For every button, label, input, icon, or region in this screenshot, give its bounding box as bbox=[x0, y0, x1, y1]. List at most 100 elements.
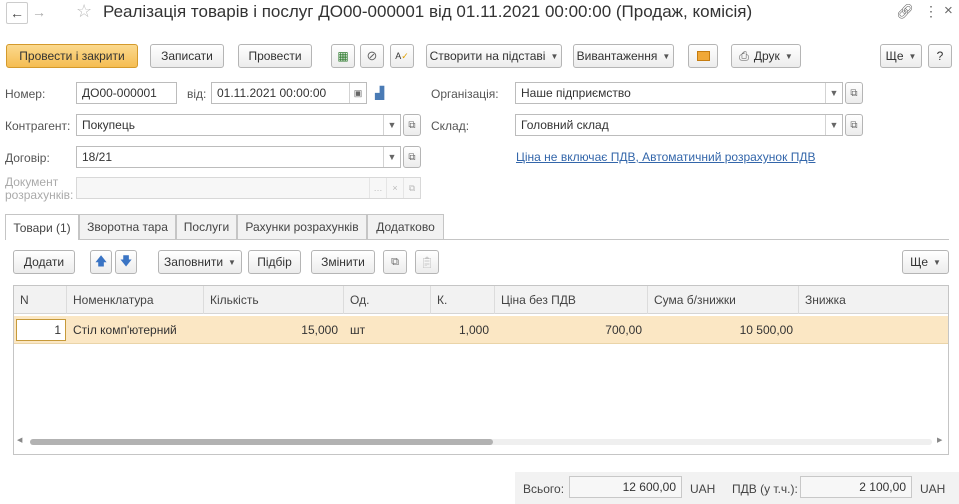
date-label: від: bbox=[187, 87, 207, 101]
history-icon[interactable]: ▟ bbox=[375, 86, 384, 100]
chevron-down-icon[interactable]: ▼ bbox=[825, 115, 842, 135]
tab-returnable-packaging-label: Зворотна тара bbox=[87, 220, 168, 234]
close-icon[interactable]: × bbox=[944, 2, 953, 19]
settlement-doc-field: … × ⧉ bbox=[76, 177, 421, 199]
vat-label: ПДВ (у т.ч.): bbox=[732, 482, 798, 496]
back-arrow-icon[interactable]: ← bbox=[6, 2, 28, 24]
column-header-unit[interactable]: Од. bbox=[344, 286, 431, 314]
counterparty-field[interactable]: Покупець ▼ bbox=[76, 114, 401, 136]
clear-icon: × bbox=[386, 178, 403, 198]
add-row-label: Додати bbox=[23, 255, 65, 269]
upload-button[interactable]: Вивантаження ▼ bbox=[573, 44, 674, 68]
calendar-icon[interactable]: ▣ bbox=[349, 83, 366, 103]
row-number-cell[interactable]: 1 bbox=[16, 319, 66, 341]
paste-icon: 📋︎ bbox=[415, 250, 439, 274]
ellipsis-icon: … bbox=[369, 178, 386, 198]
number-field[interactable]: ДО00-000001 bbox=[76, 82, 177, 104]
organization-value: Наше підприємство bbox=[521, 86, 631, 100]
copy-icon[interactable]: ⧉ bbox=[383, 250, 407, 274]
total-amount-value: 12 600,00 bbox=[622, 480, 676, 494]
add-row-button[interactable]: Додати bbox=[13, 250, 75, 274]
warehouse-value: Головний склад bbox=[521, 118, 609, 132]
cell-quantity[interactable]: 15,000 bbox=[204, 318, 344, 342]
post-button[interactable]: Провести bbox=[238, 44, 312, 68]
scroll-right-icon[interactable]: ▶ bbox=[937, 436, 942, 444]
settlement-doc-label-line1: Документ bbox=[5, 175, 59, 189]
more-button[interactable]: Ще ▼ bbox=[880, 44, 922, 68]
total-label: Всього: bbox=[523, 482, 565, 496]
vat-amount-value: 2 100,00 bbox=[859, 480, 906, 494]
settlement-doc-label: Документ розрахунків: bbox=[5, 176, 73, 202]
more-vertical-icon[interactable]: ⋮ bbox=[924, 3, 938, 20]
printer-icon: ⎙ bbox=[739, 48, 749, 63]
favorite-star-icon[interactable]: ☆ bbox=[76, 1, 92, 22]
save-button[interactable]: Записати bbox=[150, 44, 224, 68]
fill-button[interactable]: Заповнити ▼ bbox=[158, 250, 242, 274]
help-button[interactable]: ? bbox=[928, 44, 952, 68]
open-icon[interactable]: ⧉ bbox=[845, 82, 863, 104]
open-icon: ⧉ bbox=[403, 178, 420, 198]
settlement-doc-label-line2: розрахунків: bbox=[5, 188, 74, 202]
date-field[interactable]: 01.11.2021 00:00:00 ▣ bbox=[211, 82, 367, 104]
spell-check-icon[interactable]: A ✓ bbox=[390, 44, 414, 68]
print-button[interactable]: ⎙ Друк ▼ bbox=[731, 44, 801, 68]
chevron-down-icon[interactable]: ▼ bbox=[383, 115, 400, 135]
change-button[interactable]: Змінити bbox=[311, 250, 375, 274]
total-amount-field: 12 600,00 bbox=[569, 476, 682, 498]
tab-goods[interactable]: Товари (1) bbox=[5, 214, 79, 240]
post-and-close-button[interactable]: Провести і закрити bbox=[6, 44, 138, 68]
warehouse-field[interactable]: Головний склад ▼ bbox=[515, 114, 843, 136]
column-header-price[interactable]: Ціна без ПДВ bbox=[495, 286, 648, 314]
structure-icon[interactable]: ▦ bbox=[331, 44, 355, 68]
print-label: Друк bbox=[753, 49, 780, 63]
contract-field[interactable]: 18/21 ▼ bbox=[76, 146, 401, 168]
number-value: ДО00-000001 bbox=[82, 86, 157, 100]
tab-additional[interactable]: Додатково bbox=[367, 214, 444, 239]
tab-goods-label: Товари (1) bbox=[13, 220, 71, 235]
table-more-button[interactable]: Ще ▼ bbox=[902, 250, 949, 274]
create-based-on-button[interactable]: Створити на підставі ▼ bbox=[426, 44, 562, 68]
contract-label: Договір: bbox=[5, 151, 50, 165]
open-icon[interactable]: ⧉ bbox=[845, 114, 863, 136]
fill-label: Заповнити bbox=[164, 255, 224, 269]
select-button[interactable]: Підбір bbox=[248, 250, 301, 274]
column-header-sum[interactable]: Сума б/знижки bbox=[648, 286, 799, 314]
vat-currency: UAH bbox=[920, 482, 946, 496]
cell-sum[interactable]: 10 500,00 bbox=[648, 318, 799, 342]
contract-value: 18/21 bbox=[82, 150, 113, 164]
chevron-down-icon[interactable]: ▼ bbox=[383, 147, 400, 167]
cell-coefficient[interactable]: 1,000 bbox=[431, 318, 495, 342]
open-icon[interactable]: ⧉ bbox=[403, 146, 421, 168]
cell-unit[interactable]: шт bbox=[344, 318, 431, 342]
cell-discount[interactable] bbox=[799, 318, 948, 342]
move-down-icon[interactable]: 🡇 bbox=[115, 250, 137, 274]
scroll-left-icon[interactable]: ◀ bbox=[17, 436, 22, 444]
attachment-icon[interactable]: ⊘ bbox=[360, 44, 384, 68]
total-currency: UAH bbox=[690, 482, 716, 496]
chevron-down-icon[interactable]: ▼ bbox=[825, 83, 842, 103]
email-icon[interactable] bbox=[688, 44, 718, 68]
move-up-icon[interactable]: 🡅 bbox=[90, 250, 112, 274]
column-header-n[interactable]: N bbox=[14, 286, 67, 314]
cell-item[interactable]: Стіл комп'ютерний bbox=[67, 318, 204, 342]
tab-services[interactable]: Послуги bbox=[176, 214, 237, 239]
tab-settlement-accounts[interactable]: Рахунки розрахунків bbox=[237, 214, 367, 239]
create-based-on-label: Створити на підставі bbox=[429, 49, 546, 63]
scrollbar-thumb[interactable] bbox=[30, 439, 493, 445]
forward-arrow-icon[interactable]: → bbox=[32, 4, 46, 20]
column-header-coefficient[interactable]: К. bbox=[431, 286, 495, 314]
column-header-discount[interactable]: Знижка bbox=[799, 286, 948, 314]
vat-settings-link[interactable]: Ціна не включає ПДВ, Автоматичний розрах… bbox=[516, 150, 815, 164]
link-icon[interactable]: 🔗︎ bbox=[896, 3, 914, 20]
counterparty-value: Покупець bbox=[82, 118, 135, 132]
horizontal-scrollbar[interactable] bbox=[30, 439, 932, 445]
counterparty-label: Контрагент: bbox=[5, 119, 71, 133]
change-label: Змінити bbox=[321, 255, 365, 269]
column-header-quantity[interactable]: Кількість bbox=[204, 286, 344, 314]
column-header-item[interactable]: Номенклатура bbox=[67, 286, 204, 314]
organization-field[interactable]: Наше підприємство ▼ bbox=[515, 82, 843, 104]
tab-returnable-packaging[interactable]: Зворотна тара bbox=[79, 214, 176, 239]
cell-price[interactable]: 700,00 bbox=[495, 318, 648, 342]
open-icon[interactable]: ⧉ bbox=[403, 114, 421, 136]
tabs-baseline bbox=[5, 239, 949, 240]
